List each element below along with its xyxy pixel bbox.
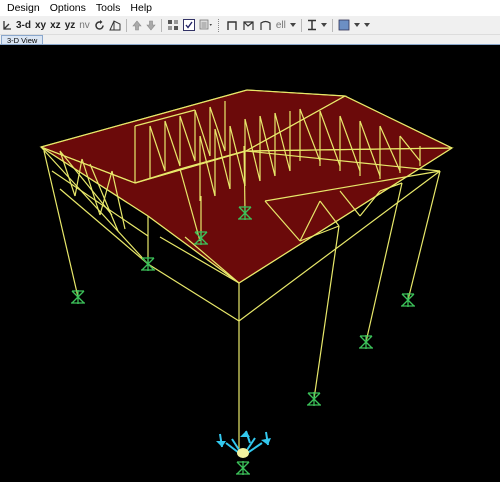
frame-member <box>365 182 403 343</box>
load-arrow-head <box>216 431 271 447</box>
frame-member <box>43 150 79 298</box>
load-arrows <box>216 430 271 458</box>
structure-model <box>39 89 454 475</box>
frame-member <box>407 170 441 301</box>
fixed-support-icon <box>401 293 415 307</box>
load-node-marker <box>237 448 249 458</box>
fixed-support-icon <box>71 290 85 304</box>
frame-member <box>313 225 340 400</box>
model-3d-viewport[interactable] <box>0 44 500 481</box>
fixed-support-icon <box>359 335 373 349</box>
fixed-support-icon <box>307 392 321 406</box>
fixed-support-icon <box>141 257 155 271</box>
fixed-support-icon <box>236 461 250 475</box>
